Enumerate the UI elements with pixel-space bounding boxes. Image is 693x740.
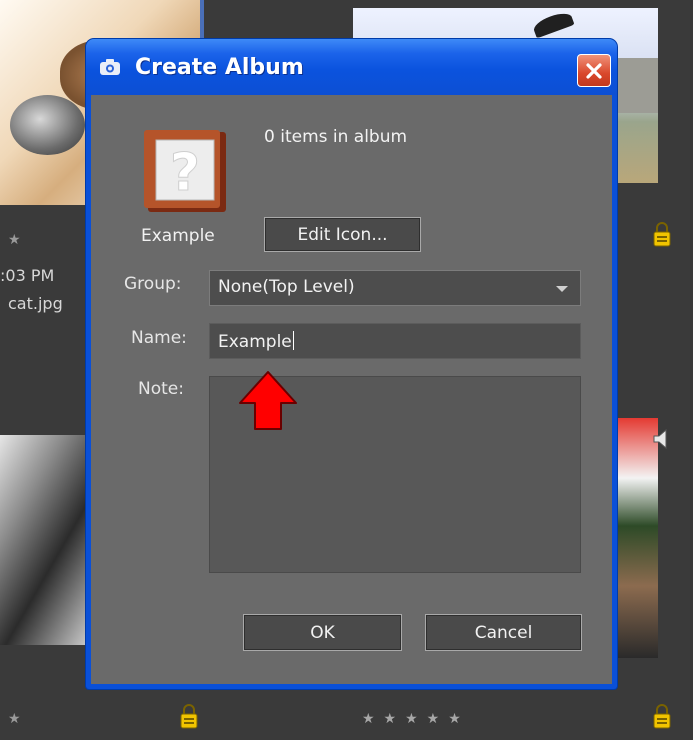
close-button[interactable]	[577, 54, 611, 87]
ok-button[interactable]: OK	[243, 614, 402, 651]
cancel-button[interactable]: Cancel	[425, 614, 582, 651]
bird-shape	[531, 9, 575, 39]
album-icon-label: Example	[141, 226, 215, 246]
lock-icon[interactable]	[651, 704, 673, 730]
star-icon[interactable]: ★	[8, 711, 21, 727]
lock-icon[interactable]	[651, 222, 673, 248]
lock-icon[interactable]	[178, 704, 200, 730]
name-input[interactable]: Example	[209, 323, 581, 359]
photo-filename: cat.jpg	[8, 294, 63, 313]
close-icon	[586, 62, 602, 79]
edit-icon-button[interactable]: Edit Icon...	[264, 217, 421, 252]
note-label: Note:	[138, 379, 184, 399]
group-select-value: None(Top Level)	[218, 277, 355, 297]
svg-text:?: ?	[170, 143, 200, 203]
dialog-title: Create Album	[135, 55, 304, 80]
text-caret	[292, 331, 294, 350]
create-album-dialog: Create Album ? 0 items in album Example …	[86, 39, 617, 689]
dialog-body: ? 0 items in album Example Edit Icon... …	[91, 95, 612, 684]
dialog-titlebar[interactable]: Create Album	[86, 39, 617, 95]
photo-thumbnail-portrait[interactable]	[0, 435, 90, 645]
album-item-count: 0 items in album	[264, 127, 408, 147]
red-arrow-annotation	[237, 369, 299, 431]
photo-timestamp: :03 PM	[0, 266, 55, 285]
star-icon[interactable]: ★	[8, 232, 21, 248]
album-question-icon: ?	[142, 128, 230, 214]
food-bowl	[10, 95, 85, 155]
rating-stars[interactable]: ★★★★★	[362, 711, 470, 727]
name-input-value: Example	[218, 332, 292, 352]
name-label: Name:	[131, 328, 187, 348]
dropdown-arrow-icon	[556, 286, 568, 292]
camera-icon	[99, 58, 121, 76]
group-label: Group:	[124, 274, 182, 294]
speaker-icon[interactable]	[651, 426, 673, 452]
group-select[interactable]: None(Top Level)	[209, 270, 581, 306]
